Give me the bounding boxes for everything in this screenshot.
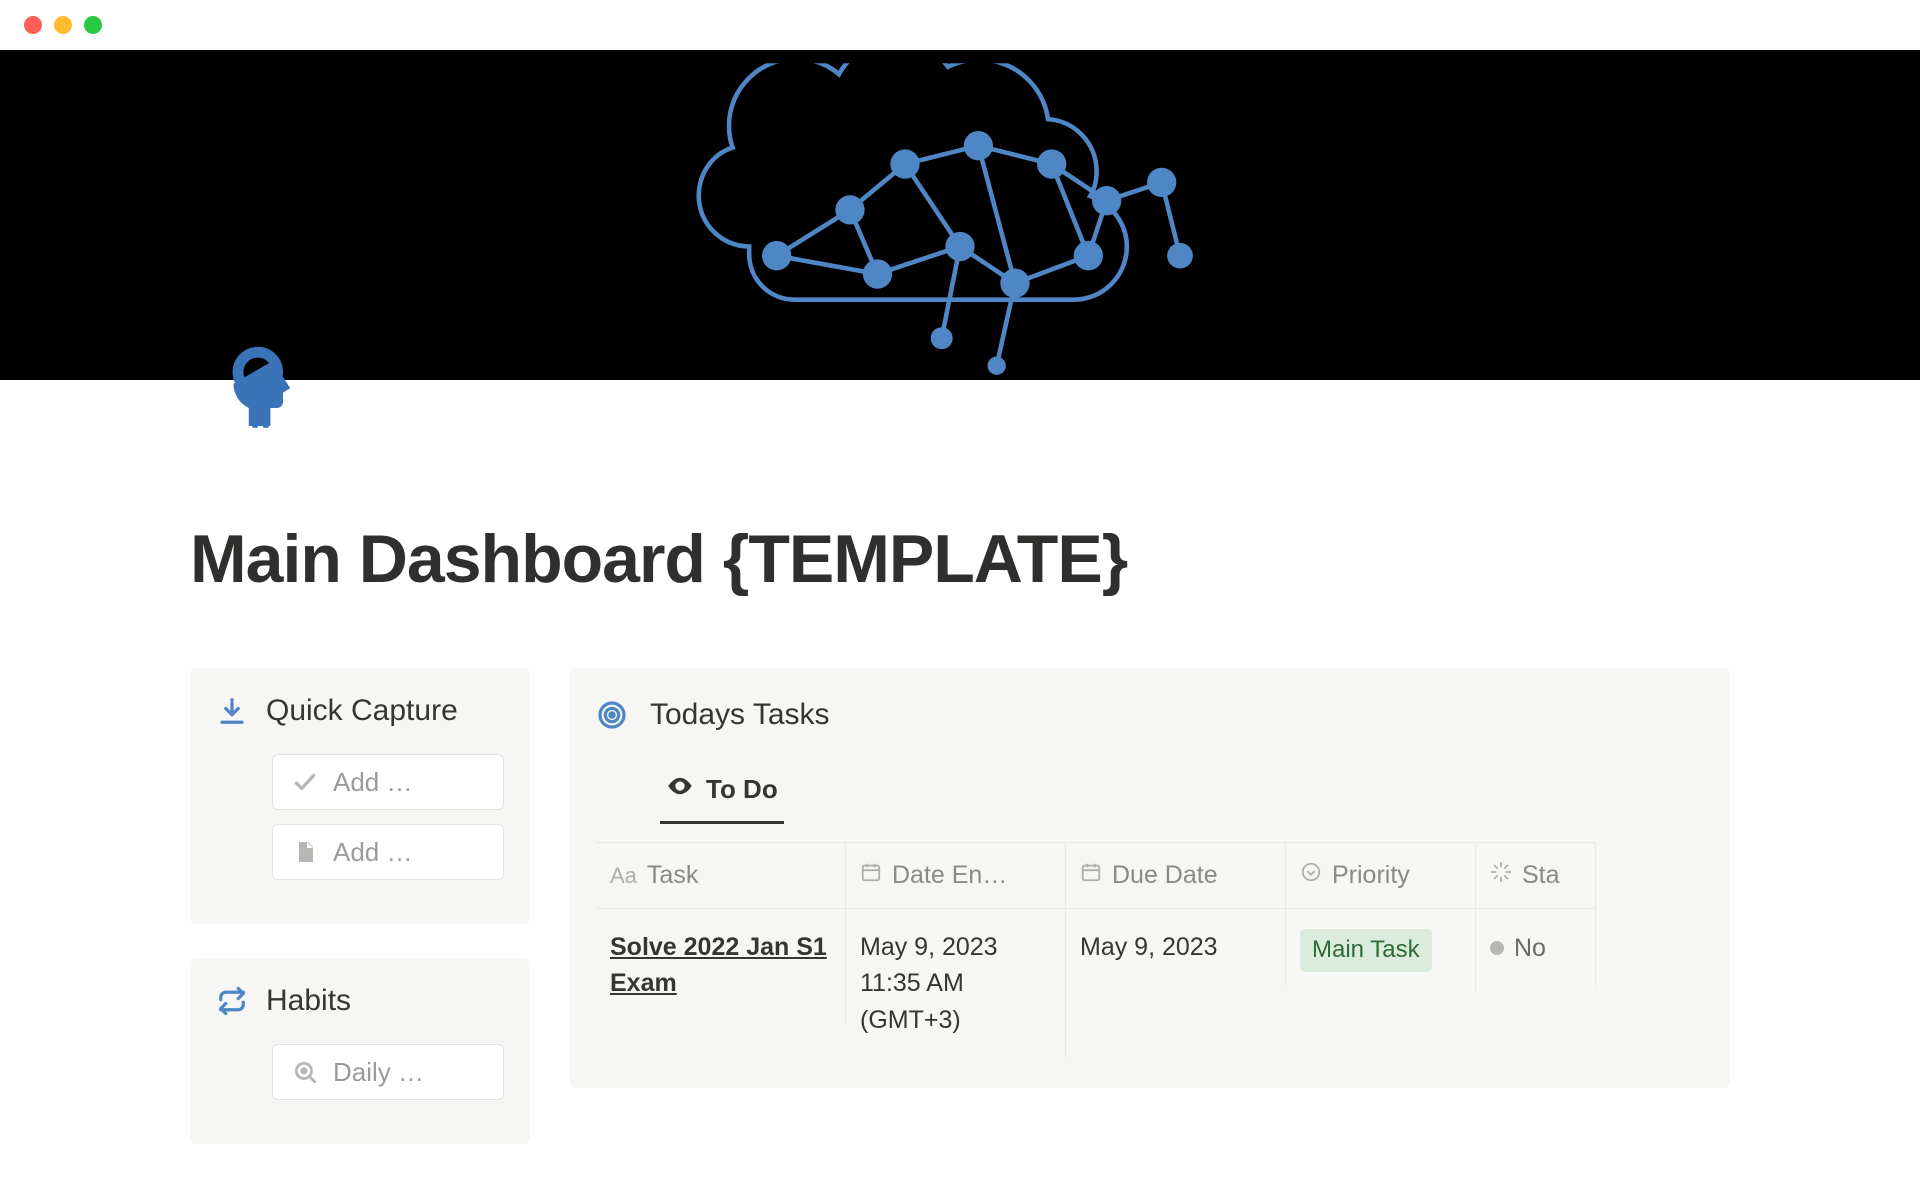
calendar-icon [860,861,882,890]
brain-network-illustration [640,63,1280,393]
cell-due-date: May 9, 2023 [1066,908,1286,985]
select-icon [1300,861,1322,890]
check-icon [291,768,319,796]
quick-capture-add-note-button[interactable]: Add … [272,824,504,880]
todays-tasks-title: Todays Tasks [650,698,830,732]
quick-capture-title: Quick Capture [266,694,458,728]
col-priority[interactable]: Priority [1286,842,1476,908]
file-icon [291,838,319,866]
button-label: Daily … [333,1057,424,1088]
cell-task[interactable]: Solve 2022 Jan S1 Exam [596,908,846,1022]
quick-capture-card: Quick Capture Add … Add … [190,668,530,924]
priority-pill: Main Task [1300,929,1432,972]
search-target-icon [291,1058,319,1086]
page-title: Main Dashboard {TEMPLATE} [190,520,1730,598]
page-icon-profile-head[interactable] [220,345,310,435]
tab-to-do[interactable]: To Do [660,762,784,824]
button-label: Add … [333,767,413,798]
habits-title: Habits [266,984,351,1018]
page-cover [0,50,1920,380]
habits-daily-button[interactable]: Daily … [272,1044,504,1100]
traffic-light-zoom[interactable] [84,16,102,34]
repeat-icon [216,985,248,1017]
cell-status: No [1476,908,1596,986]
col-task[interactable]: Aa Task [596,842,846,908]
calendar-icon [1080,861,1102,890]
cell-priority: Main Task [1286,908,1476,992]
status-badge: No [1490,930,1546,966]
quick-capture-add-task-button[interactable]: Add … [272,754,504,810]
eye-icon [666,772,694,807]
traffic-light-close[interactable] [24,16,42,34]
cell-date-entered: May 9, 2023 11:35 AM (GMT+3) [846,908,1066,1058]
table-row: Solve 2022 Jan S1 Exam May 9, 2023 11:35… [596,908,1704,1058]
download-icon [216,695,248,727]
tab-label: To Do [706,774,778,805]
col-status[interactable]: Sta [1476,842,1596,908]
target-icon [596,699,628,731]
window-titlebar [0,0,1920,50]
todays-tasks-card: Todays Tasks To Do Aa Task [570,668,1730,1088]
text-type-icon: Aa [610,863,637,889]
col-due-date[interactable]: Due Date [1066,842,1286,908]
tasks-table: Aa Task Date En… [596,842,1704,1058]
loading-icon [1490,861,1512,890]
habits-card: Habits Daily … [190,958,530,1144]
button-label: Add … [333,837,413,868]
col-date-entered[interactable]: Date En… [846,842,1066,908]
traffic-light-minimize[interactable] [54,16,72,34]
